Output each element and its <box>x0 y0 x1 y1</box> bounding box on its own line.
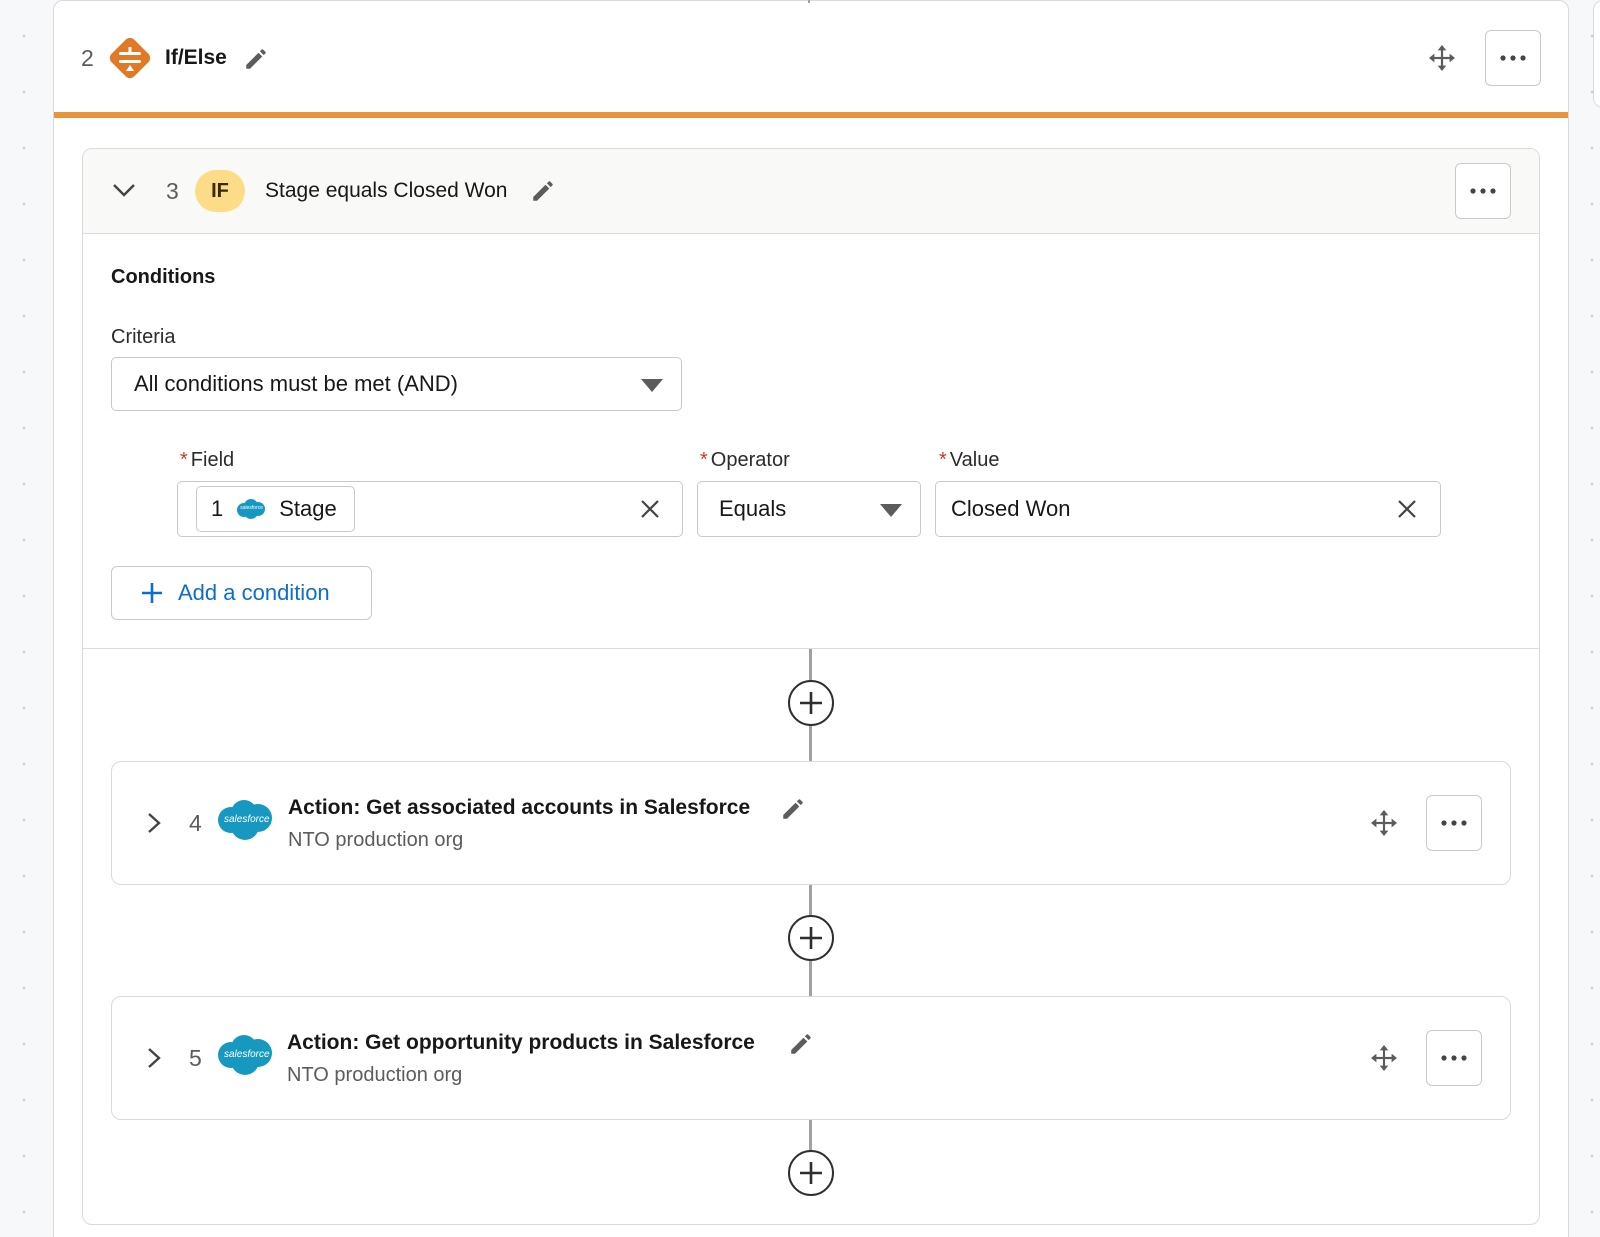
edit-pencil-icon[interactable] <box>243 46 269 72</box>
field-token-name: Stage <box>279 496 337 521</box>
if-badge: IF <box>195 170 245 212</box>
criteria-label: Criteria <box>111 326 176 348</box>
move-drag-icon[interactable] <box>1371 1045 1397 1071</box>
plus-icon <box>800 692 822 714</box>
plus-icon <box>140 581 164 605</box>
action-subtitle: NTO production org <box>287 1064 463 1086</box>
add-condition-label: Add a condition <box>178 580 330 605</box>
action-card[interactable] <box>111 996 1511 1120</box>
edit-pencil-icon[interactable] <box>780 796 806 822</box>
chevron-down-icon[interactable] <box>111 180 137 200</box>
step-number: 3 <box>166 178 179 204</box>
value-label: * Value <box>939 449 1000 471</box>
chevron-right-icon[interactable] <box>144 1046 164 1070</box>
action-title: Action: Get associated accounts in Sales… <box>288 796 751 819</box>
more-options-button[interactable] <box>1426 1030 1482 1086</box>
edit-pencil-icon[interactable] <box>530 178 556 204</box>
operator-label: * Operator <box>700 449 790 471</box>
more-options-button[interactable] <box>1455 163 1511 219</box>
plus-icon <box>800 1162 822 1184</box>
step-number: 4 <box>189 810 202 836</box>
step-number: 2 <box>81 45 94 71</box>
operator-select[interactable]: Equals <box>697 481 921 537</box>
salesforce-logo-icon: salesforce <box>216 798 274 842</box>
criteria-select-value: All conditions must be met (AND) <box>134 371 458 396</box>
add-condition-button[interactable]: Add a condition <box>111 566 372 620</box>
field-step-ref: 1 <box>211 496 224 521</box>
add-step-button[interactable] <box>788 1150 834 1196</box>
field-token-pill[interactable]: 1 salesforce Stage <box>196 486 355 532</box>
move-drag-icon[interactable] <box>1429 45 1455 71</box>
if-else-branch-icon <box>106 34 154 82</box>
add-step-button[interactable] <box>788 915 834 961</box>
if-else-title: If/Else <box>165 46 227 69</box>
action-title: Action: Get opportunity products in Sale… <box>287 1031 755 1054</box>
dropdown-caret-icon <box>880 504 902 517</box>
action-subtitle: NTO production org <box>288 829 464 851</box>
move-drag-icon[interactable] <box>1371 810 1397 836</box>
accent-bar <box>54 112 1568 118</box>
operator-select-value: Equals <box>719 496 787 521</box>
ellipsis-icon <box>1441 820 1467 826</box>
plus-icon <box>800 927 822 949</box>
more-options-button[interactable] <box>1485 30 1541 86</box>
ellipsis-icon <box>1441 1055 1467 1061</box>
adjacent-card-edge <box>1593 0 1600 108</box>
clear-field-icon[interactable] <box>639 498 661 520</box>
salesforce-logo-icon: salesforce <box>235 498 267 520</box>
ellipsis-icon <box>1470 188 1496 194</box>
conditions-heading: Conditions <box>111 266 216 288</box>
criteria-select[interactable]: All conditions must be met (AND) <box>111 357 682 411</box>
clear-value-icon[interactable] <box>1396 498 1418 520</box>
add-step-button[interactable] <box>788 680 834 726</box>
dropdown-caret-icon <box>641 379 663 392</box>
value-input[interactable]: Closed Won <box>935 481 1441 537</box>
salesforce-logo-icon: salesforce <box>216 1033 274 1077</box>
more-options-button[interactable] <box>1426 795 1482 851</box>
chevron-right-icon[interactable] <box>144 811 164 835</box>
step-number: 5 <box>189 1045 202 1071</box>
edit-pencil-icon[interactable] <box>788 1031 814 1057</box>
if-branch-title: Stage equals Closed Won <box>265 179 508 202</box>
connector-tick <box>808 0 810 3</box>
value-input-text: Closed Won <box>951 496 1071 521</box>
action-card[interactable] <box>111 761 1511 885</box>
field-label: * Field <box>180 449 235 471</box>
ellipsis-icon <box>1500 55 1526 61</box>
